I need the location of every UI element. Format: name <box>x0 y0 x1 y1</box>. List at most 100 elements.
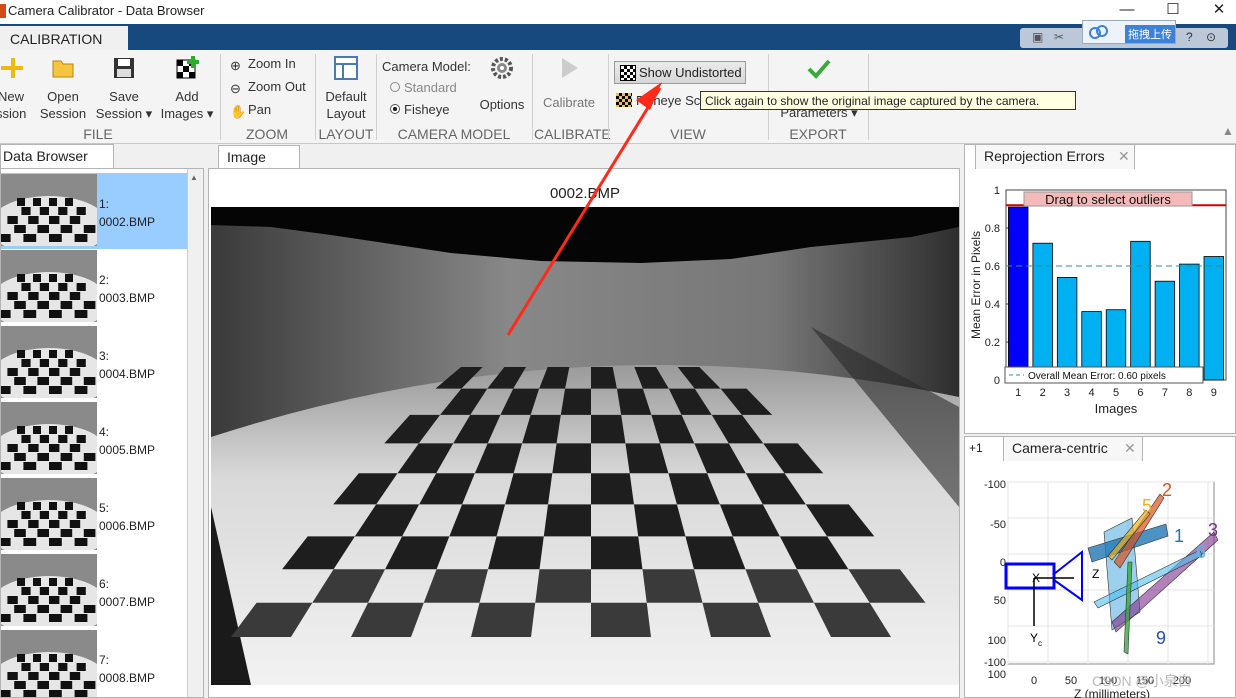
thumbnail-label: 1: 0002.BMP <box>99 195 155 231</box>
thumbnail-item[interactable]: 7: 0008.BMP <box>1 629 187 697</box>
thumbnail-item[interactable]: 2: 0003.BMP <box>1 249 187 325</box>
thumbnail-image <box>1 174 97 246</box>
expand-icon[interactable]: ⊙ <box>1206 30 1216 44</box>
thumbnail-index: 4: <box>99 425 110 439</box>
radio-unchecked-icon <box>390 82 400 92</box>
layout-label-1: Default <box>325 89 367 104</box>
tab-image[interactable]: Image <box>218 145 300 169</box>
checker-square <box>471 602 536 637</box>
checker-square <box>488 536 544 570</box>
x-tick-label: 0 <box>1031 675 1037 687</box>
close-tab-icon[interactable]: ✕ <box>1118 148 1130 165</box>
error-bar <box>1056 277 1078 381</box>
error-bar <box>1008 206 1029 381</box>
thumbnail-filename: 0006.BMP <box>99 519 156 533</box>
export-parameters-button[interactable]: Parameters ▾ <box>780 54 858 121</box>
data-browser-panel: 1: 0002.BMP 2: 0003.BMP 3: 0004.BMP 4: 0005.BMP… <box>0 168 204 698</box>
default-layout-button[interactable]: Default Layout <box>318 54 374 122</box>
radio-checked-icon <box>390 104 400 114</box>
extrinsics-plus-icon[interactable]: +1 <box>969 441 983 455</box>
open-session-button[interactable]: Open Session <box>38 54 88 122</box>
thumbnail-item[interactable]: 5: 0006.BMP <box>1 477 187 553</box>
section-zoom-label: ZOOM <box>246 126 288 142</box>
tab-data-browser[interactable]: Data Browser <box>0 144 114 168</box>
camera-model-heading: Camera Model: <box>382 59 471 74</box>
reprojection-bar-chart[interactable]: 0 0.2 0.4 0.6 0.8 1 1 2 3 4 5 6 7 8 9 Drag to select ou… <box>964 176 1236 434</box>
zoom-out-button[interactable]: ⊖ Zoom Out <box>230 79 306 96</box>
pan-button[interactable]: ✋ Pan <box>230 102 271 119</box>
zoom-in-button[interactable]: ⊕ Zoom In <box>230 56 296 73</box>
cloud-icon <box>1089 25 1108 39</box>
show-undistorted-label: Show Undistorted <box>639 65 742 80</box>
x-tick-label: 5 <box>1113 387 1119 399</box>
upload-overlay-button[interactable]: 拖拽上传 <box>1082 20 1176 44</box>
x-tick-label: 7 <box>1162 387 1168 399</box>
thumbnail-label: 5: 0006.BMP <box>99 499 155 535</box>
thumbnail-filename: 0002.BMP <box>99 215 156 229</box>
checker-square <box>535 569 591 603</box>
pattern-label: 3 <box>1208 520 1218 540</box>
scroll-up-arrow[interactable]: ▲ <box>190 173 198 182</box>
fisheye-label: Fisheye <box>404 102 450 117</box>
zoom-in-label: Zoom In <box>248 56 296 71</box>
tab-reprojection-errors[interactable]: Reprojection Errors ✕ <box>975 145 1135 169</box>
tab-calibration[interactable]: CALIBRATION <box>0 26 128 50</box>
matlab-icon <box>0 4 6 18</box>
thumbnail-filename: 0004.BMP <box>99 367 156 381</box>
thumbnail-item[interactable]: 3: 0004.BMP <box>1 325 187 401</box>
new-session-button[interactable]: New ssion <box>0 54 26 122</box>
reprojection-tab-label: Reprojection Errors <box>984 148 1105 164</box>
yc-label: Y <box>1030 631 1038 645</box>
scrollbar[interactable]: ▲ <box>187 169 203 697</box>
checker-square <box>591 473 634 505</box>
error-bar <box>1154 280 1176 381</box>
pattern-label: 2 <box>1162 480 1172 500</box>
folder-icon <box>52 60 74 78</box>
thumbnail-image <box>1 402 97 474</box>
save-label-1: Save <box>109 89 139 104</box>
zoom-in-icon: ⊕ <box>230 58 241 73</box>
thumbnail-image <box>1 554 97 626</box>
y-tick-label: 100 <box>988 669 1006 681</box>
save-icon[interactable]: ▣ <box>1032 30 1043 44</box>
help-icon[interactable]: ? <box>1186 30 1193 44</box>
x-tick-label: 8 <box>1186 387 1192 399</box>
add-images-button[interactable]: Add Images ▾ <box>156 54 218 122</box>
fisheye-radio[interactable]: Fisheye <box>390 102 450 117</box>
checker-square <box>543 504 591 537</box>
tooltip: Click again to show the original image c… <box>700 91 1076 110</box>
close-window-button[interactable]: ✕ <box>1196 0 1236 24</box>
thumbnail-filename: 0007.BMP <box>99 595 156 609</box>
zc-label: Z <box>1092 567 1099 581</box>
checker-square <box>591 602 651 637</box>
error-bar <box>1203 256 1224 381</box>
y-axis-label: Mean Error in Pixels <box>969 231 983 339</box>
add-label-2: Images ▾ <box>160 106 214 121</box>
section-file-label: FILE <box>83 126 113 142</box>
checker-square <box>560 388 591 415</box>
thumbnail-image <box>1 630 97 697</box>
standard-radio[interactable]: Standard <box>390 80 457 95</box>
camera-centric-plot[interactable]: -100-50050100-100100 0 50 100 150 200Z (milli… <box>964 462 1236 698</box>
save-session-button[interactable]: Save Session ▾ <box>94 54 154 122</box>
x-tick-label: 9 <box>1211 387 1217 399</box>
cut-icon[interactable]: ✂ <box>1054 30 1064 44</box>
thumbnail-item[interactable]: 6: 0007.BMP <box>1 553 187 629</box>
thumbnail-item[interactable]: 1: 0002.BMP <box>1 173 187 249</box>
thumbnail-label: 7: 0008.BMP <box>99 651 155 687</box>
pattern-label: 1 <box>1174 526 1184 546</box>
y-tick-label: 0.6 <box>985 261 1000 273</box>
tab-camera-centric[interactable]: Camera-centric ✕ <box>1003 437 1143 461</box>
upload-label: 拖拽上传 <box>1125 25 1175 43</box>
y-tick-label: 0 <box>994 375 1000 387</box>
checker-square <box>591 536 643 570</box>
thumbnail-item[interactable]: 4: 0005.BMP <box>1 401 187 477</box>
checker-square <box>633 504 686 537</box>
red-arrow-annotation <box>506 82 662 336</box>
thumbnail-index: 1: <box>99 197 110 211</box>
thumbnail-index: 2: <box>99 273 110 287</box>
gear-icon <box>491 57 513 79</box>
camera-centric-tab-label: Camera-centric <box>1012 440 1108 456</box>
close-tab-icon[interactable]: ✕ <box>1124 440 1136 457</box>
collapse-ribbon-icon[interactable]: ▲ <box>1222 124 1234 138</box>
